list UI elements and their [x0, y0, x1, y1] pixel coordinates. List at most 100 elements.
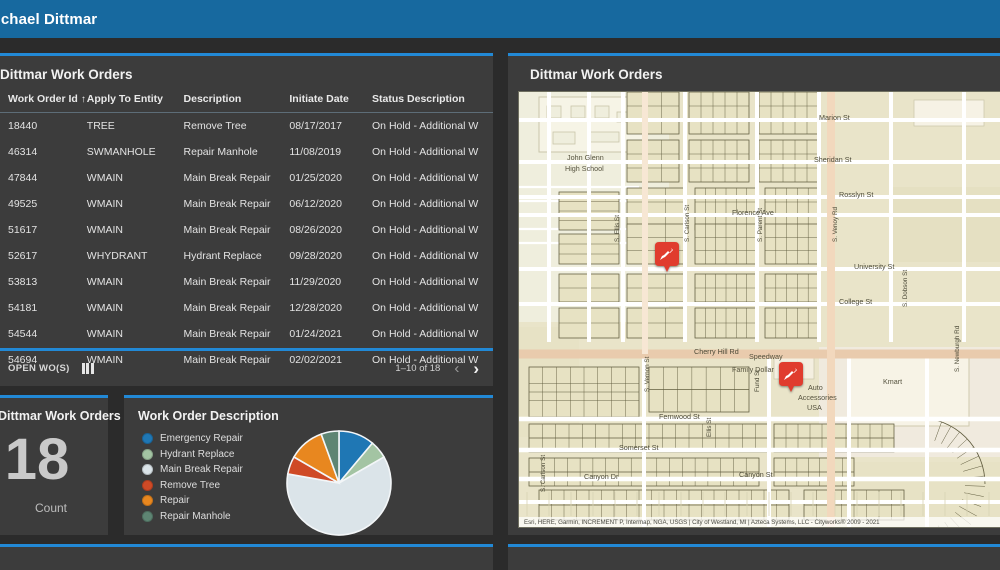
map-street-label: Florence Ave	[732, 208, 774, 217]
cell-initiate-date: 09/28/2020	[289, 250, 342, 262]
cell-description: Main Break Repair	[183, 328, 271, 340]
columns-icon[interactable]	[81, 363, 94, 374]
pie-chart-svg	[286, 430, 392, 536]
map-street-label: University St	[854, 262, 894, 271]
map-street-label: Fernwood St	[659, 412, 700, 421]
table-row[interactable]: 49525 WMAIN Main Break Repair 06/12/2020…	[0, 191, 493, 217]
pie-legend-item[interactable]: Repair Manhole	[142, 510, 243, 522]
cell-work-order-id[interactable]: 53813	[0, 269, 87, 295]
column-header-work-order-id[interactable]: Work Order Id ↑	[0, 89, 87, 113]
cell-initiate-date: 11/08/2019	[289, 146, 342, 158]
cell-work-order-id[interactable]: 52617	[0, 243, 87, 269]
map-street-label-vertical: S. Newburgh Rd	[954, 325, 961, 372]
map-place-label: Accessories	[798, 393, 837, 402]
table-footer: OPEN WO(S) 1–10 of 18 ‹ ›	[0, 348, 493, 386]
map-street-label-vertical: S. Ellis St	[614, 215, 621, 242]
table-row[interactable]: 51617 WMAIN Main Break Repair 08/26/2020…	[0, 217, 493, 243]
cell-status-description: On Hold - Additional W	[372, 328, 479, 340]
table-row[interactable]: 18440 TREE Remove Tree 08/17/2017 On Hol…	[0, 113, 493, 140]
map-street-label: Canyon Dr	[584, 472, 619, 481]
cell-initiate-date: 08/17/2017	[289, 120, 342, 132]
count-value: 18	[4, 427, 70, 492]
map-panel: Dittmar Work Orders Marion St Sheridan St…	[508, 53, 1000, 535]
map-street-label: Rosslyn St	[839, 190, 873, 199]
cell-apply-to-entity: WMAIN	[86, 328, 123, 340]
map-place-label: Kmart	[883, 377, 902, 386]
pie-panel-body: Emergency Repair Hydrant Replace Main Brea…	[124, 423, 493, 544]
work-order-count-panel: Dittmar Work Orders 18 Count	[0, 395, 121, 535]
cell-work-order-id[interactable]: 51617	[0, 217, 87, 243]
table-footer-left: OPEN WO(S)	[8, 363, 94, 374]
cell-status-description: On Hold - Additional W	[372, 172, 479, 184]
cell-description: Main Break Repair	[183, 172, 271, 184]
next-page-icon[interactable]: ›	[473, 360, 479, 377]
work-orders-table-title: Dittmar Work Orders	[0, 67, 133, 82]
column-header-apply-to-entity[interactable]: Apply To Entity	[86, 89, 184, 113]
map-building	[552, 131, 576, 145]
map-block	[688, 92, 750, 135]
map-place-label: Speedway	[749, 352, 783, 361]
cell-apply-to-entity: WHYDRANT	[86, 250, 148, 262]
cell-description: Main Break Repair	[183, 224, 271, 236]
legend-swatch-remove-tree	[142, 479, 153, 491]
cell-description: Remove Tree	[183, 120, 247, 132]
map-viewport[interactable]: Marion St Sheridan St Rosslyn St Florence A…	[518, 91, 1000, 528]
map-attribution: Esri, HERE, Garmin, INCREMENT P, Interma…	[519, 517, 1000, 527]
map-street-label: Canyon St	[739, 470, 773, 479]
table-row[interactable]: 54544 WMAIN Main Break Repair 01/24/2021…	[0, 321, 493, 347]
work-orders-table-panel: Dittmar Work Orders Work Order Id ↑ Apply…	[0, 53, 493, 386]
table-row[interactable]: 53813 WMAIN Main Break Repair 11/29/2020…	[0, 269, 493, 295]
legend-swatch-main-break-repair	[142, 464, 153, 475]
table-header-row: Work Order Id ↑ Apply To Entity Descripti…	[0, 89, 493, 113]
map-block	[764, 223, 820, 265]
cell-apply-to-entity: TREE	[86, 120, 115, 132]
legend-label: Hydrant Replace	[160, 448, 235, 460]
cell-status-description: On Hold - Additional W	[372, 250, 479, 262]
map-street-label-vertical: S. Vernon St	[644, 356, 651, 392]
work-orders-table-body: 18440 TREE Remove Tree 08/17/2017 On Hol…	[0, 113, 493, 374]
app-header-bar: Michael Dittmar	[0, 0, 1000, 38]
previous-page-icon[interactable]: ‹	[454, 361, 459, 376]
cell-status-description: On Hold - Additional W	[372, 302, 479, 314]
pie-legend-item[interactable]: Main Break Repair	[142, 464, 243, 475]
cell-work-order-id[interactable]: 49525	[0, 191, 87, 217]
table-row[interactable]: 47844 WMAIN Main Break Repair 01/25/2020…	[0, 165, 493, 191]
cell-work-order-id[interactable]: 54544	[0, 321, 87, 347]
column-header-status-description[interactable]: Status Description	[372, 89, 493, 113]
map-place-label: John Glenn	[567, 153, 604, 162]
cell-description: Main Break Repair	[183, 302, 271, 314]
cell-work-order-id[interactable]: 47844	[0, 165, 87, 191]
legend-swatch-hydrant-replace	[142, 448, 153, 460]
cell-apply-to-entity: WMAIN	[86, 276, 123, 288]
map-canvas[interactable]: Marion St Sheridan St Rosslyn St Florence A…	[519, 92, 1000, 528]
cell-status-description: On Hold - Additional W	[372, 224, 479, 236]
cell-work-order-id[interactable]: 54181	[0, 295, 87, 321]
cell-work-order-id[interactable]: 18440	[0, 113, 87, 140]
pie-legend-item[interactable]: Hydrant Replace	[142, 448, 243, 460]
map-building	[588, 131, 620, 143]
map-building	[913, 99, 985, 127]
column-header-description[interactable]: Description	[183, 89, 290, 113]
column-header-initiate-date[interactable]: Initiate Date	[289, 89, 373, 113]
pie-legend-item[interactable]: Emergency Repair	[142, 433, 243, 444]
table-row[interactable]: 54181 WMAIN Main Break Repair 12/28/2020…	[0, 295, 493, 321]
map-street-label-vertical: S. Carlson St	[684, 205, 691, 242]
pie-legend-item[interactable]: Repair	[142, 495, 243, 506]
map-street-label-vertical: S. Dobson St	[902, 270, 909, 307]
open-work-orders-tag[interactable]: OPEN WO(S)	[8, 363, 70, 374]
legend-label: Main Break Repair	[160, 464, 243, 475]
work-order-description-pie-panel: Work Order Description Emergency Repair H…	[124, 395, 493, 536]
legend-label: Remove Tree	[160, 479, 221, 491]
map-building	[570, 105, 586, 119]
table-row[interactable]: 46314 SWMANHOLE Repair Manhole 11/08/201…	[0, 139, 493, 165]
cell-apply-to-entity: WMAIN	[86, 198, 123, 210]
pie-legend-item[interactable]: Remove Tree	[142, 479, 243, 491]
cell-work-order-id[interactable]: 46314	[0, 139, 87, 165]
pie-chart[interactable]	[283, 427, 395, 544]
cell-description: Repair Manhole	[183, 146, 258, 158]
table-row[interactable]: 52617 WHYDRANT Hydrant Replace 09/28/202…	[0, 243, 493, 269]
legend-label: Repair Manhole	[160, 510, 231, 522]
legend-swatch-repair-manhole	[142, 510, 153, 522]
cell-apply-to-entity: WMAIN	[86, 302, 123, 314]
lower-right-panel	[508, 544, 1000, 570]
